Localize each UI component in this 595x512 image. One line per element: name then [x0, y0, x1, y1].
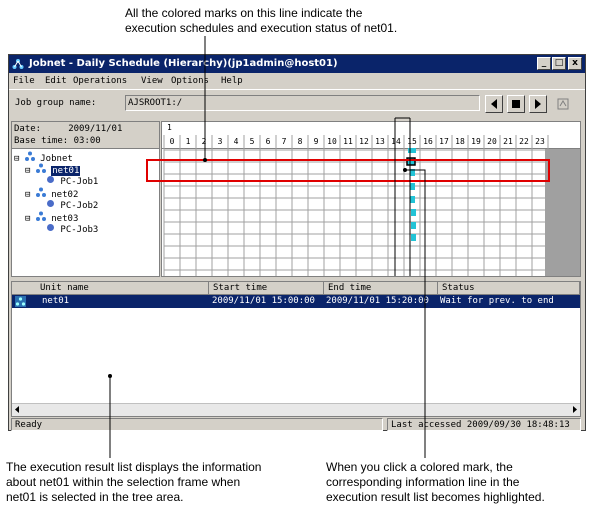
- selection-frame: [146, 159, 550, 182]
- callout-overlay: [108, 36, 550, 458]
- callout-dot-mark: [403, 168, 407, 172]
- callout-dot-list: [108, 374, 112, 378]
- callout-line-mark: [405, 169, 426, 458]
- callout-dot-top: [203, 158, 207, 162]
